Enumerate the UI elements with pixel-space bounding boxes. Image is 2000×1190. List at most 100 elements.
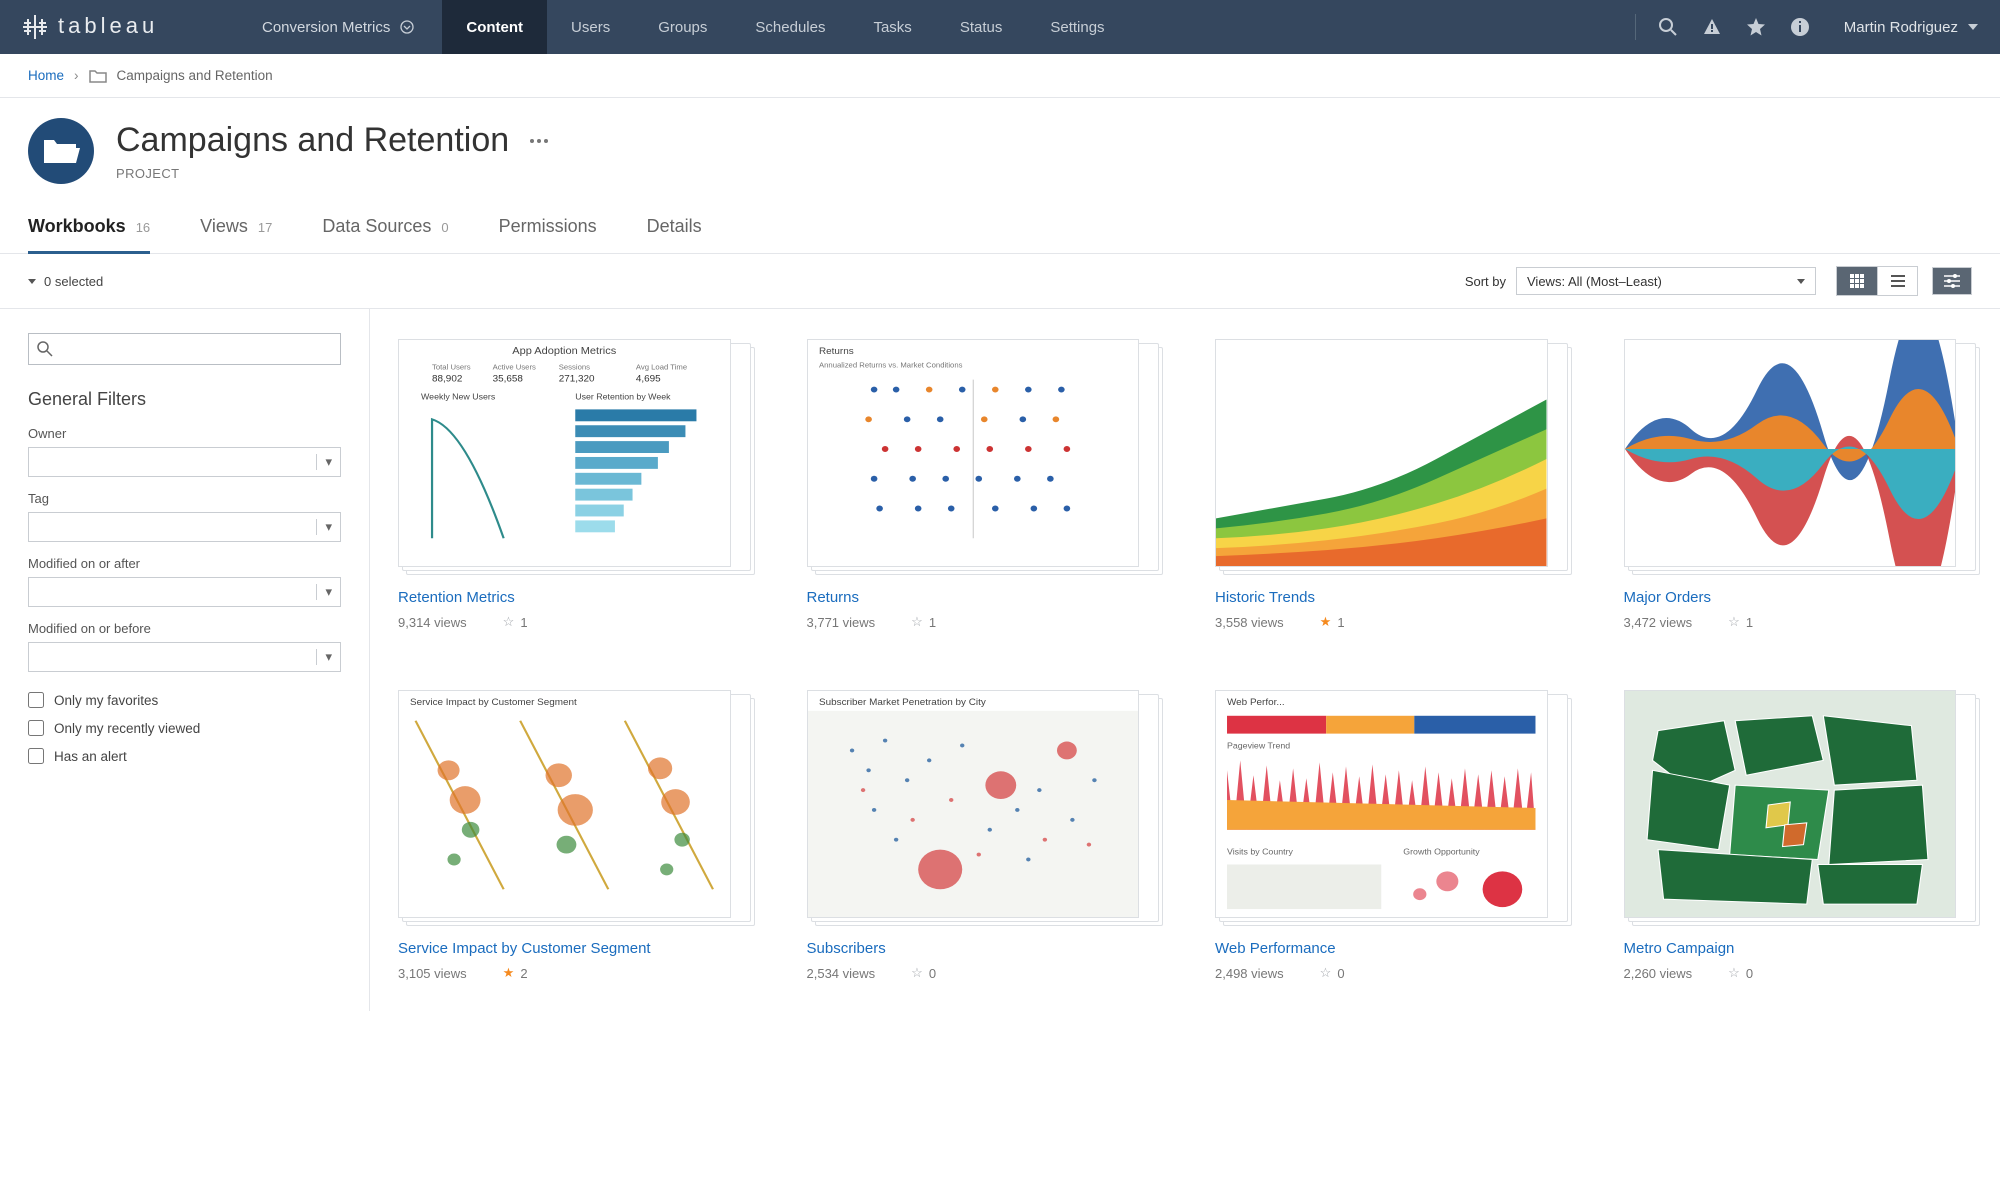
favorite-toggle[interactable]: ★1 [1320,614,1345,630]
modified-before-filter[interactable]: ▾ [28,642,341,672]
workbook-thumbnail: Service Impact by Customer Segment [398,690,731,918]
svg-text:Returns: Returns [819,345,854,355]
workbook-thumbnail [1624,690,1957,918]
tab-permissions[interactable]: Permissions [499,216,597,253]
favorite-toggle[interactable]: ☆0 [1728,965,1753,981]
favorite-toggle[interactable]: ☆1 [911,614,936,630]
workbook-card[interactable]: Web Perfor... Pageview Trend Visits by C… [1215,690,1564,981]
views-count: 3,472 views [1624,615,1693,630]
favorite-toggle[interactable]: ☆1 [503,614,528,630]
tab-details[interactable]: Details [647,216,702,253]
svg-text:Growth Opportunity: Growth Opportunity [1403,847,1480,856]
list-view-button[interactable] [1877,267,1917,295]
workbook-title[interactable]: Metro Campaign [1624,940,1973,957]
svg-text:Service Impact by Customer Seg: Service Impact by Customer Segment [410,696,577,706]
info-icon [1790,17,1810,37]
breadcrumb-home[interactable]: Home [28,68,64,83]
nav-status[interactable]: Status [936,0,1027,54]
svg-text:Subscriber Market Penetration: Subscriber Market Penetration by City [819,696,986,706]
workbook-title[interactable]: Retention Metrics [398,589,747,606]
search-icon [37,341,53,357]
breadcrumb-separator: › [74,68,79,83]
workbook-thumbnail [1624,339,1957,567]
grid-view-button[interactable] [1837,267,1877,295]
favorite-toggle[interactable]: ☆0 [911,965,936,981]
svg-text:35,658: 35,658 [493,373,523,383]
owner-filter[interactable]: ▾ [28,447,341,477]
modified-after-filter[interactable]: ▾ [28,577,341,607]
views-count: 2,534 views [807,966,876,981]
tab-views[interactable]: Views17 [200,216,272,253]
help-button[interactable] [1778,17,1822,37]
star-outline-icon: ☆ [911,965,923,981]
workbook-thumbnail: Web Perfor... Pageview Trend Visits by C… [1215,690,1548,918]
workbook-card[interactable]: Historic Trends 3,558 views★1 [1215,339,1564,630]
workbook-thumbnail: Returns Annualized Returns vs. Market Co… [807,339,1140,567]
workbook-thumbnail [1215,339,1548,567]
workbook-card[interactable]: Returns Annualized Returns vs. Market Co… [807,339,1156,630]
nav-tasks[interactable]: Tasks [849,0,935,54]
workbook-title[interactable]: Historic Trends [1215,589,1564,606]
svg-text:tableau: tableau [58,13,158,38]
sliders-icon [1944,274,1960,288]
site-switcher[interactable]: Conversion Metrics [234,19,442,36]
sort-dropdown[interactable]: Views: All (Most–Least) [1516,267,1816,295]
nav-users[interactable]: Users [547,0,634,54]
only-favorites-checkbox[interactable]: Only my favorites [28,686,341,714]
star-outline-icon: ☆ [1320,965,1332,981]
svg-text:Active Users: Active Users [493,363,537,372]
site-name: Conversion Metrics [262,19,390,36]
modified-before-label: Modified on or before [28,621,341,636]
body: General Filters Owner ▾ Tag ▾ Modified o… [0,309,2000,1011]
star-icon [1746,17,1766,37]
nav-content[interactable]: Content [442,0,547,54]
favorite-toggle[interactable]: ☆1 [1728,614,1753,630]
toolbar: 0 selected Sort by Views: All (Most–Leas… [0,254,2000,309]
filters-toggle-button[interactable] [1932,267,1972,295]
svg-text:271,320: 271,320 [559,373,595,383]
has-alert-checkbox[interactable]: Has an alert [28,742,341,770]
selection-dropdown[interactable]: 0 selected [28,274,103,289]
only-recent-checkbox[interactable]: Only my recently viewed [28,714,341,742]
star-outline-icon: ☆ [1728,614,1740,630]
views-count: 2,498 views [1215,966,1284,981]
user-menu[interactable]: Martin Rodriguez [1822,19,2000,36]
workbook-title[interactable]: Web Performance [1215,940,1564,957]
filters-heading: General Filters [28,389,341,410]
favorite-toggle[interactable]: ☆0 [1320,965,1345,981]
workbook-card[interactable]: Service Impact by Customer Segment Servi… [398,690,747,981]
nav-settings[interactable]: Settings [1026,0,1128,54]
tab-workbooks[interactable]: Workbooks16 [28,216,150,254]
caret-down-icon [28,279,36,284]
workbook-card[interactable]: Subscriber Market Penetration by City Su… [807,690,1156,981]
nav-groups[interactable]: Groups [634,0,731,54]
svg-text:Weekly New Users: Weekly New Users [421,392,495,401]
svg-text:Annualized Returns vs. Market: Annualized Returns vs. Market Conditions [819,361,963,370]
svg-text:4,695: 4,695 [636,373,661,383]
sidebar-search[interactable] [28,333,341,365]
workbook-card[interactable]: App Adoption Metrics Total Users88,902 A… [398,339,747,630]
workbook-title[interactable]: Major Orders [1624,589,1973,606]
folder-icon [89,69,107,83]
workbook-card[interactable]: Major Orders 3,472 views ☆1 [1624,339,1973,630]
search-icon [1658,17,1678,37]
page-title: Campaigns and Retention [116,121,549,160]
breadcrumb-current: Campaigns and Retention [117,68,273,83]
workbook-title[interactable]: Subscribers [807,940,1156,957]
favorite-toggle[interactable]: ★2 [503,965,528,981]
alerts-button[interactable] [1690,17,1734,37]
more-actions-icon[interactable] [529,138,549,144]
tableau-logo[interactable]: tableau [0,13,234,41]
nav-schedules[interactable]: Schedules [731,0,849,54]
search-button[interactable] [1646,17,1690,37]
tag-filter[interactable]: ▾ [28,512,341,542]
list-icon [1891,275,1905,287]
workbook-card[interactable]: Metro Campaign 2,260 views☆0 [1624,690,1973,981]
workbook-title[interactable]: Returns [807,589,1156,606]
views-count: 9,314 views [398,615,467,630]
star-filled-icon: ★ [503,965,515,981]
tab-data-sources[interactable]: Data Sources0 [322,216,448,253]
workbook-title[interactable]: Service Impact by Customer Segment [398,940,747,957]
favorites-button[interactable] [1734,17,1778,37]
sidebar: General Filters Owner ▾ Tag ▾ Modified o… [0,309,370,1011]
